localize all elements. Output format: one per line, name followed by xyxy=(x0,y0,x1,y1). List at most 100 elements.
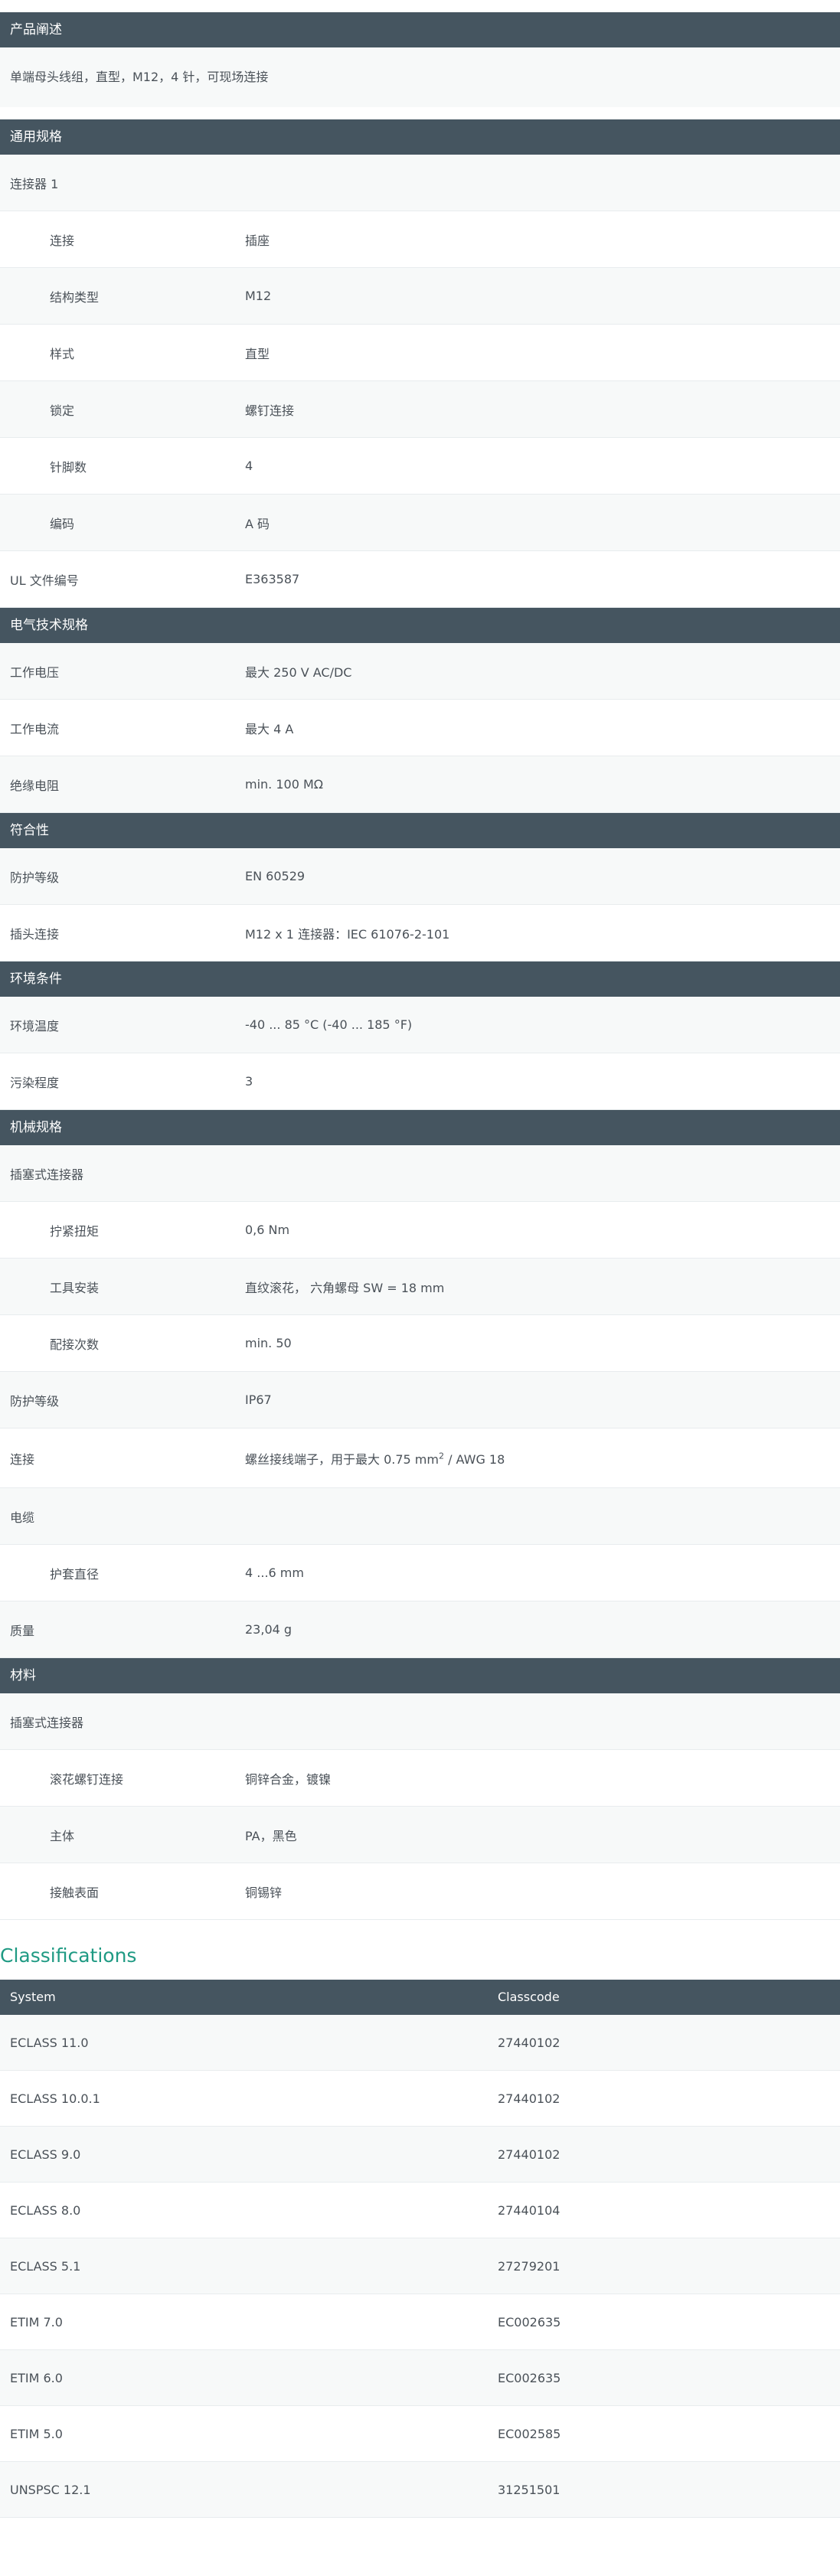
cell-classcode: EC002635 xyxy=(498,2314,561,2330)
group-label: 连接器 1 xyxy=(10,176,59,191)
section-header-material: 材料 xyxy=(0,1658,840,1693)
cell-system: ETIM 7.0 xyxy=(10,2314,63,2330)
section-header-environment: 环境条件 xyxy=(0,962,840,997)
spec-label: 拧紧扭矩 xyxy=(50,1223,100,1239)
spec-row: 防护等级 EN 60529 xyxy=(0,848,840,905)
spec-row-protection: 防护等级 IP67 xyxy=(0,1372,840,1428)
spec-label: 编码 xyxy=(50,516,75,531)
spec-row: 绝缘电阻 min. 100 MΩ xyxy=(0,756,840,813)
classifications-header-row: System Classcode xyxy=(0,1980,840,2015)
cell-classcode: 27279201 xyxy=(498,2258,561,2274)
group-label: 电缆 xyxy=(10,1510,35,1525)
spec-value: 最大 4 A xyxy=(245,721,294,736)
spec-row: 滚花螺钉连接 铜锌合金，镀镍 xyxy=(0,1750,840,1807)
spec-row: 连接 插座 xyxy=(0,211,840,268)
cell-system: ECLASS 10.0.1 xyxy=(10,2091,100,2106)
spec-row: 环境温度 -40 ... 85 °C (-40 ... 185 °F) xyxy=(0,997,840,1053)
cell-classcode: EC002585 xyxy=(498,2426,561,2441)
section-header-general: 通用规格 xyxy=(0,119,840,155)
spec-value: 直型 xyxy=(245,346,270,361)
spec-label: 连接 xyxy=(50,233,75,248)
spec-label: 样式 xyxy=(50,346,75,361)
spec-value: E363587 xyxy=(245,572,300,586)
cell-classcode: 27440104 xyxy=(498,2202,561,2218)
cell-classcode: 27440102 xyxy=(498,2091,561,2106)
spec-label: 结构类型 xyxy=(50,289,100,305)
spec-row: 配接次数 min. 50 xyxy=(0,1315,840,1372)
spec-value: 螺丝接线端子，用于最大 0.75 mm2 / AWG 18 xyxy=(245,1449,840,1468)
spec-label: 工作电流 xyxy=(10,721,60,736)
spec-label: 滚花螺钉连接 xyxy=(50,1771,124,1787)
table-row: ECLASS 11.0 27440102 xyxy=(0,2015,840,2071)
table-row: UNSPSC 12.1 31251501 xyxy=(0,2462,840,2518)
cell-system: ECLASS 5.1 xyxy=(10,2258,81,2274)
spec-value: min. 100 MΩ xyxy=(245,777,323,792)
group-label: 插塞式连接器 xyxy=(10,1167,84,1182)
spec-row: 针脚数 4 xyxy=(0,438,840,495)
spec-value: 3 xyxy=(245,1074,253,1089)
spec-label: 污染程度 xyxy=(10,1075,60,1090)
spec-row: 工作电压 最大 250 V AC/DC xyxy=(0,643,840,700)
table-row: ETIM 6.0 EC002635 xyxy=(0,2350,840,2406)
spec-label: 防护等级 xyxy=(10,1393,60,1409)
table-row: ECLASS 8.0 27440104 xyxy=(0,2183,840,2238)
spec-value: 直纹滚花， 六角螺母 SW = 18 mm xyxy=(245,1280,445,1295)
cell-system: ECLASS 9.0 xyxy=(10,2147,81,2162)
cell-system: ETIM 6.0 xyxy=(10,2370,63,2385)
section-header-product-description: 产品阐述 xyxy=(0,12,840,47)
spec-value: 4 xyxy=(245,459,253,473)
spec-row-connection: 连接 螺丝接线端子，用于最大 0.75 mm2 / AWG 18 xyxy=(0,1428,840,1488)
table-row: ECLASS 5.1 27279201 xyxy=(0,2238,840,2294)
superscript: 2 xyxy=(438,1451,444,1461)
cell-system: ECLASS 8.0 xyxy=(10,2202,81,2218)
cell-classcode: 27440102 xyxy=(498,2035,561,2050)
spec-value: EN 60529 xyxy=(245,869,306,883)
cell-system: UNSPSC 12.1 xyxy=(10,2482,91,2497)
cell-system: ETIM 5.0 xyxy=(10,2426,63,2441)
classifications-title: Classifications xyxy=(0,1944,137,1967)
spec-label: 接触表面 xyxy=(50,1885,100,1900)
spec-row: 结构类型 M12 xyxy=(0,268,840,325)
spec-label: UL 文件编号 xyxy=(10,573,79,588)
spec-value: M12 x 1 连接器：IEC 61076-2-101 xyxy=(245,926,450,942)
spec-value: PA，黑色 xyxy=(245,1828,297,1843)
spec-value: M12 xyxy=(245,289,272,303)
spec-row: 锁定 螺钉连接 xyxy=(0,381,840,438)
group-label: 插塞式连接器 xyxy=(10,1715,84,1730)
section-header-electrical: 电气技术规格 xyxy=(0,608,840,643)
column-header-classcode: Classcode xyxy=(498,1990,560,2004)
spec-row: 接触表面 铜锡锌 xyxy=(0,1863,840,1920)
spec-value: 铜锡锌 xyxy=(245,1885,283,1900)
spec-value: -40 ... 85 °C (-40 ... 185 °F) xyxy=(245,1017,413,1032)
spec-row: 护套直径 4 ...6 mm xyxy=(0,1545,840,1601)
table-row: ETIM 7.0 EC002635 xyxy=(0,2294,840,2350)
spec-value: 最大 250 V AC/DC xyxy=(245,664,352,680)
spec-value: min. 50 xyxy=(245,1336,292,1350)
spec-label: 针脚数 xyxy=(50,459,87,475)
section-header-compliance: 符合性 xyxy=(0,813,840,848)
spec-row: 编码 A 码 xyxy=(0,495,840,551)
spec-label: 配接次数 xyxy=(50,1337,100,1352)
cell-classcode: EC002635 xyxy=(498,2370,561,2385)
spec-value: 插座 xyxy=(245,233,270,248)
spec-label: 工作电压 xyxy=(10,664,60,680)
spec-row: 插头连接 M12 x 1 连接器：IEC 61076-2-101 xyxy=(0,905,840,962)
spec-label: 工具安装 xyxy=(50,1280,100,1295)
section-header-mechanical: 机械规格 xyxy=(0,1110,840,1145)
cell-system: ECLASS 11.0 xyxy=(10,2035,89,2050)
spec-row: 工具安装 直纹滚花， 六角螺母 SW = 18 mm xyxy=(0,1259,840,1315)
spec-value: 0,6 Nm xyxy=(245,1223,290,1237)
spec-label: 连接 xyxy=(10,1451,35,1467)
spec-row: 样式 直型 xyxy=(0,325,840,381)
cell-classcode: 31251501 xyxy=(498,2482,561,2497)
classifications-table: System Classcode ECLASS 11.0 27440102 EC… xyxy=(0,1980,840,2518)
spec-row: 工作电流 最大 4 A xyxy=(0,700,840,756)
table-row: ECLASS 10.0.1 27440102 xyxy=(0,2071,840,2127)
group-row-plug-connector: 插塞式连接器 xyxy=(0,1145,840,1202)
group-row-cable: 电缆 xyxy=(0,1488,840,1545)
table-row: ETIM 5.0 EC002585 xyxy=(0,2406,840,2462)
spec-table: 产品阐述 单端母头线组，直型，M12，4 针，可现场连接 通用规格 连接器 1 … xyxy=(0,12,840,1920)
spec-row: 污染程度 3 xyxy=(0,1053,840,1110)
spec-label: 锁定 xyxy=(50,403,75,418)
spec-value: 23,04 g xyxy=(245,1622,293,1637)
